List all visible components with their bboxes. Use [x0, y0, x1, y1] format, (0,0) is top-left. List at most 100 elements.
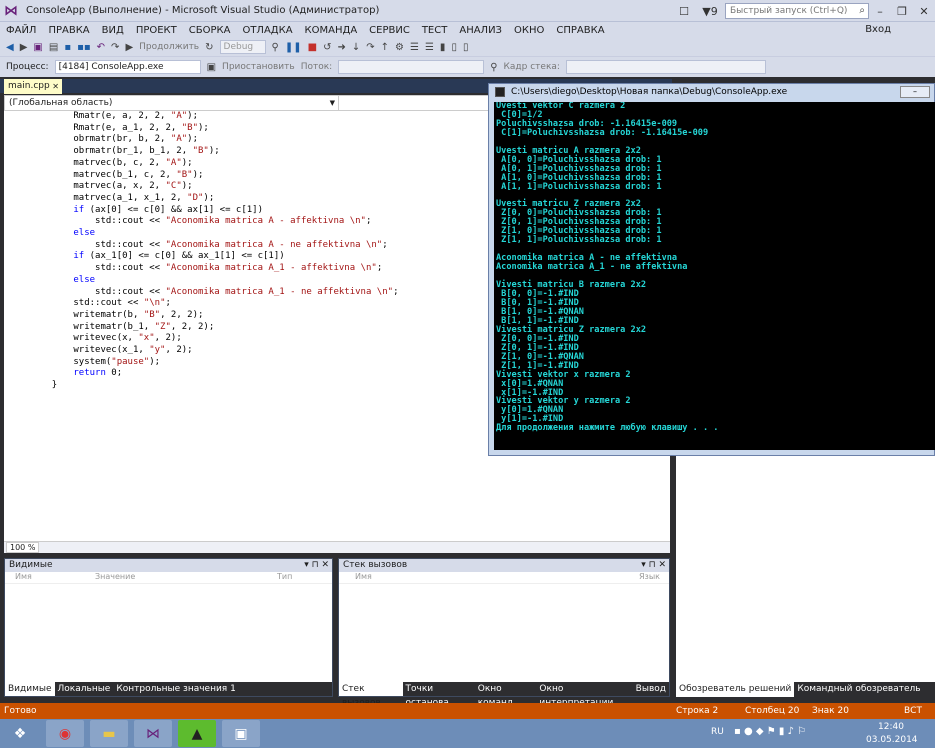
filter-icon[interactable]: ⚲ [490, 62, 497, 73]
suspend-button[interactable]: Приостановить [222, 62, 295, 72]
clock-time[interactable]: 12:40 [878, 722, 904, 732]
col-name[interactable]: Имя [5, 572, 95, 583]
menu-window[interactable]: ОКНО [508, 25, 550, 36]
chrome-icon[interactable]: ◉ [46, 720, 84, 747]
stop-icon[interactable]: ■ [308, 42, 317, 53]
status-char: Знак 20 [812, 706, 849, 716]
step-into-icon[interactable]: ↓ [352, 42, 360, 53]
configuration-select[interactable]: Debug [219, 40, 266, 54]
console-line: Z[1, 1]=Poluchivsshazsa drob: 1 [496, 235, 662, 246]
tab-immediate-window[interactable]: Окно интерпретации [536, 682, 632, 708]
tab-command-window[interactable]: Окно команд [475, 682, 537, 708]
callstack-panel-title: Стек вызовов [343, 560, 408, 570]
console-title: C:\Users\diego\Desktop\Новая папка\Debug… [511, 87, 788, 97]
app-triangle-icon[interactable]: ▲ [178, 720, 216, 747]
taskbar: ❖ ◉ ▬ ⋈ ▲ ▣ RU ▪ ● ◆ ⚑ ▮ ♪ ⚐ 12:40 03.05… [0, 719, 935, 748]
tab-team-explorer[interactable]: Командный обозреватель [794, 682, 923, 697]
menu-team[interactable]: КОМАНДА [299, 25, 364, 36]
save-all-icon[interactable]: ▪▪ [77, 42, 91, 53]
col-type[interactable]: Тип [277, 572, 292, 583]
save-icon[interactable]: ▪ [64, 42, 71, 53]
tray-icons[interactable]: ▪ ● ◆ ⚑ ▮ ♪ ⚐ [734, 726, 806, 737]
next-bookmark-icon[interactable]: ▯ [463, 42, 469, 53]
menu-analyze[interactable]: АНАЛИЗ [453, 25, 508, 36]
tab-output[interactable]: Вывод [633, 682, 669, 696]
find-icon[interactable]: ⚲ [272, 42, 279, 53]
col-name[interactable]: Имя [339, 572, 639, 583]
console-output[interactable]: Uvesti vektor C razmera 2 C[0]=1/2 Poluch… [494, 102, 935, 450]
tab-breakpoints[interactable]: Точки останова [403, 682, 475, 708]
step-over-icon[interactable]: ↷ [366, 42, 374, 53]
console-task-icon[interactable]: ▣ [222, 720, 260, 747]
tab-main-cpp[interactable]: main.cpp ✕ [4, 79, 62, 94]
panel-controls-icon[interactable]: ▾ ⊓ ✕ [304, 559, 329, 572]
console-line: Для продолжения нажмите любую клавишу . … [496, 423, 719, 434]
tab-watch-1[interactable]: Контрольные значения 1 [113, 682, 238, 696]
continue-icon[interactable]: ▶ [125, 42, 133, 53]
menu-view[interactable]: ВИД [96, 25, 130, 36]
menu-build[interactable]: СБОРКА [183, 25, 237, 36]
prev-bookmark-icon[interactable]: ▯ [451, 42, 457, 53]
sign-in-link[interactable]: Вход [865, 24, 891, 35]
console-minimize-button[interactable]: – [900, 86, 930, 98]
close-tab-icon[interactable]: ✕ [52, 79, 59, 94]
quick-launch-input[interactable]: Быстрый запуск (Ctrl+Q) ⌕ [725, 3, 869, 19]
menu-tools[interactable]: СЕРВИС [363, 25, 416, 36]
status-ready: Готово [4, 706, 37, 716]
new-project-icon[interactable]: ▣ [33, 42, 42, 53]
forward-icon[interactable]: ▶ [20, 42, 28, 53]
hex-icon[interactable]: ⚙ [395, 42, 404, 53]
step-out-icon[interactable]: ↑ [381, 42, 389, 53]
col-language[interactable]: Язык [639, 572, 660, 583]
console-line: Uvesti vektor C razmera 2 [496, 102, 626, 111]
suspend-icon[interactable]: ▣ [207, 62, 216, 73]
thread-select[interactable] [338, 60, 485, 74]
solution-explorer-panel [676, 456, 935, 682]
minimize-button[interactable]: – [869, 5, 891, 18]
menu-debug[interactable]: ОТЛАДКА [236, 25, 298, 36]
locals-panel-title: Видимые [9, 560, 53, 570]
comment-icon[interactable]: ☰ [410, 42, 419, 53]
menu-help[interactable]: СПРАВКА [550, 25, 610, 36]
locals-panel-header: Видимые ▾ ⊓ ✕ [5, 559, 332, 572]
uncomment-icon[interactable]: ☰ [425, 42, 434, 53]
redo-icon[interactable]: ↷ [111, 42, 119, 53]
chevron-down-icon: ▼ [329, 99, 335, 107]
col-value[interactable]: Значение [95, 572, 277, 583]
file-explorer-icon[interactable]: ▬ [90, 720, 128, 747]
bookmark-icon[interactable]: ▮ [440, 42, 446, 53]
back-icon[interactable]: ◀ [6, 42, 14, 53]
clock-date[interactable]: 03.05.2014 [866, 735, 918, 745]
panel-controls-icon[interactable]: ▾ ⊓ ✕ [641, 559, 666, 572]
language-indicator[interactable]: RU [711, 727, 724, 737]
notifications-badge[interactable]: ▼9 [695, 5, 725, 18]
console-window[interactable]: C:\Users\diego\Desktop\Новая папка\Debug… [488, 83, 935, 456]
process-select[interactable]: [4184] ConsoleApp.exe [54, 60, 201, 74]
tab-call-stack[interactable]: Стек вызовов [339, 682, 403, 708]
start-button[interactable]: ❖ [0, 720, 40, 747]
restore-button[interactable]: ❐ [891, 5, 913, 18]
menu-edit[interactable]: ПРАВКА [42, 25, 95, 36]
menu-file[interactable]: ФАЙЛ [0, 25, 42, 36]
tab-autos[interactable]: Видимые [5, 682, 55, 696]
menu-test[interactable]: ТЕСТ [416, 25, 454, 36]
restart-icon[interactable]: ↺ [323, 42, 331, 53]
stack-frame-select[interactable] [565, 60, 766, 74]
scope-value: (Глобальная область) [9, 98, 113, 108]
visual-studio-task-icon[interactable]: ⋈ [134, 720, 172, 747]
open-file-icon[interactable]: ▤ [49, 42, 58, 53]
refresh-icon[interactable]: ↻ [205, 42, 213, 53]
feedback-icon[interactable]: ☐ [673, 5, 695, 18]
continue-button[interactable]: Продолжить [139, 42, 199, 52]
tab-solution-explorer[interactable]: Обозреватель решений [676, 682, 795, 697]
scope-select[interactable]: (Глобальная область) ▼ [5, 96, 339, 110]
pause-icon[interactable]: ❚❚ [285, 42, 302, 53]
console-title-bar[interactable]: C:\Users\diego\Desktop\Новая папка\Debug… [489, 84, 934, 101]
tab-label: main.cpp [8, 81, 50, 91]
close-button[interactable]: ✕ [913, 5, 935, 18]
zoom-select[interactable]: 100 % [6, 542, 40, 553]
undo-icon[interactable]: ↶ [97, 42, 105, 53]
tab-locals[interactable]: Локальные [55, 682, 114, 696]
menu-project[interactable]: ПРОЕКТ [130, 25, 183, 36]
show-next-statement-icon[interactable]: ➜ [337, 42, 345, 53]
